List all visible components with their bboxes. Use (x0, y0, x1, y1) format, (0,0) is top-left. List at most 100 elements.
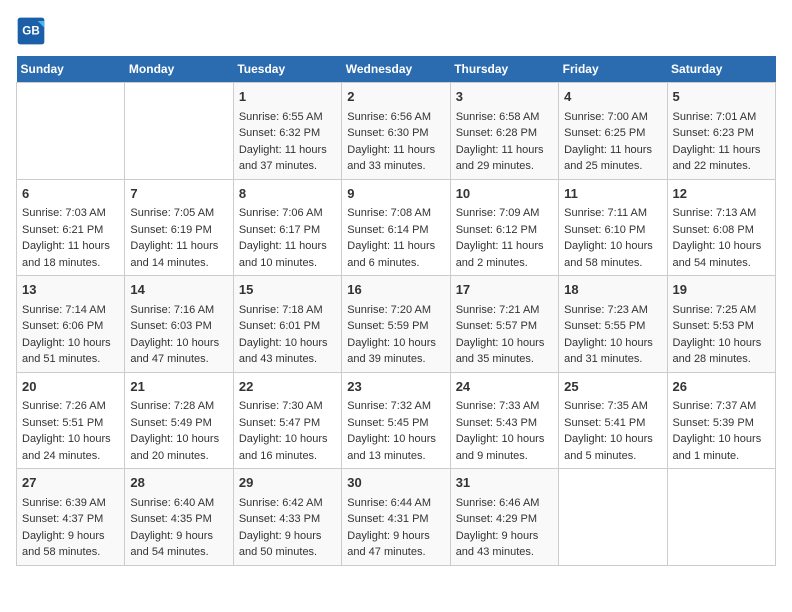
day-info: Sunset: 5:45 PM (347, 415, 444, 432)
calendar-cell: 18Sunrise: 7:23 AMSunset: 5:55 PMDayligh… (559, 276, 667, 373)
calendar-week-row: 27Sunrise: 6:39 AMSunset: 4:37 PMDayligh… (17, 469, 776, 566)
day-info: Sunset: 6:19 PM (130, 222, 227, 239)
svg-text:GB: GB (22, 24, 39, 37)
day-info: Sunrise: 6:55 AM (239, 109, 336, 126)
day-info: Sunrise: 6:42 AM (239, 495, 336, 512)
page-header: GB (16, 16, 776, 46)
day-number: 16 (347, 280, 444, 300)
day-number: 1 (239, 87, 336, 107)
day-number: 19 (673, 280, 770, 300)
day-number: 27 (22, 473, 119, 493)
calendar-cell: 22Sunrise: 7:30 AMSunset: 5:47 PMDayligh… (233, 372, 341, 469)
day-info: Sunrise: 6:40 AM (130, 495, 227, 512)
calendar-cell: 23Sunrise: 7:32 AMSunset: 5:45 PMDayligh… (342, 372, 450, 469)
day-info: Sunrise: 6:44 AM (347, 495, 444, 512)
day-info: Daylight: 10 hours and 54 minutes. (673, 238, 770, 271)
day-number: 29 (239, 473, 336, 493)
day-info: Sunset: 6:12 PM (456, 222, 553, 239)
calendar-table: SundayMondayTuesdayWednesdayThursdayFrid… (16, 56, 776, 566)
day-info: Daylight: 11 hours and 33 minutes. (347, 142, 444, 175)
day-info: Sunset: 6:21 PM (22, 222, 119, 239)
day-info: Sunrise: 6:58 AM (456, 109, 553, 126)
calendar-cell: 21Sunrise: 7:28 AMSunset: 5:49 PMDayligh… (125, 372, 233, 469)
day-info: Sunset: 6:14 PM (347, 222, 444, 239)
calendar-cell: 15Sunrise: 7:18 AMSunset: 6:01 PMDayligh… (233, 276, 341, 373)
day-info: Sunrise: 7:06 AM (239, 205, 336, 222)
calendar-cell: 27Sunrise: 6:39 AMSunset: 4:37 PMDayligh… (17, 469, 125, 566)
day-info: Sunrise: 7:05 AM (130, 205, 227, 222)
calendar-cell: 3Sunrise: 6:58 AMSunset: 6:28 PMDaylight… (450, 83, 558, 180)
day-info: Daylight: 11 hours and 6 minutes. (347, 238, 444, 271)
day-number: 30 (347, 473, 444, 493)
day-info: Daylight: 9 hours and 50 minutes. (239, 528, 336, 561)
calendar-cell: 29 Sunrise: 6:42 AMSunset: 4:33 PMDayligh… (233, 469, 341, 566)
day-info: Daylight: 10 hours and 9 minutes. (456, 431, 553, 464)
day-info: Sunrise: 7:09 AM (456, 205, 553, 222)
day-info: Daylight: 11 hours and 10 minutes. (239, 238, 336, 271)
day-number: 26 (673, 377, 770, 397)
calendar-cell (559, 469, 667, 566)
calendar-cell: 14Sunrise: 7:16 AMSunset: 6:03 PMDayligh… (125, 276, 233, 373)
day-info: Sunset: 5:43 PM (456, 415, 553, 432)
day-number: 18 (564, 280, 661, 300)
day-info: Sunset: 6:28 PM (456, 125, 553, 142)
day-info: Sunrise: 7:23 AM (564, 302, 661, 319)
day-info: Sunrise: 6:46 AM (456, 495, 553, 512)
day-number: 21 (130, 377, 227, 397)
day-info: Sunrise: 7:26 AM (22, 398, 119, 415)
day-number: 12 (673, 184, 770, 204)
day-of-week-header: Thursday (450, 56, 558, 83)
day-info: Daylight: 10 hours and 5 minutes. (564, 431, 661, 464)
day-info: Daylight: 10 hours and 35 minutes. (456, 335, 553, 368)
day-info: Sunrise: 7:14 AM (22, 302, 119, 319)
day-info: Sunset: 6:25 PM (564, 125, 661, 142)
calendar-cell: 26Sunrise: 7:37 AMSunset: 5:39 PMDayligh… (667, 372, 775, 469)
day-info: Sunrise: 7:08 AM (347, 205, 444, 222)
day-number: 13 (22, 280, 119, 300)
day-info: Sunset: 6:03 PM (130, 318, 227, 335)
day-info: Sunset: 6:23 PM (673, 125, 770, 142)
day-number: 31 (456, 473, 553, 493)
day-info: Sunrise: 7:30 AM (239, 398, 336, 415)
day-info: Sunrise: 7:28 AM (130, 398, 227, 415)
day-info: Sunset: 5:51 PM (22, 415, 119, 432)
day-info: Daylight: 11 hours and 29 minutes. (456, 142, 553, 175)
day-info: Sunrise: 7:33 AM (456, 398, 553, 415)
day-of-week-header: Monday (125, 56, 233, 83)
day-info: Daylight: 11 hours and 18 minutes. (22, 238, 119, 271)
day-info: Sunrise: 7:01 AM (673, 109, 770, 126)
day-info: Sunset: 5:47 PM (239, 415, 336, 432)
day-info: Sunrise: 7:03 AM (22, 205, 119, 222)
day-info: Daylight: 10 hours and 43 minutes. (239, 335, 336, 368)
calendar-cell: 10Sunrise: 7:09 AMSunset: 6:12 PMDayligh… (450, 179, 558, 276)
day-info: Sunrise: 6:39 AM (22, 495, 119, 512)
day-info: Sunrise: 7:13 AM (673, 205, 770, 222)
day-info: Sunset: 5:39 PM (673, 415, 770, 432)
day-info: Sunset: 5:55 PM (564, 318, 661, 335)
day-number: 14 (130, 280, 227, 300)
day-info: Sunset: 5:57 PM (456, 318, 553, 335)
day-info: Daylight: 11 hours and 22 minutes. (673, 142, 770, 175)
day-info: Sunrise: 7:20 AM (347, 302, 444, 319)
day-info: Sunset: 6:10 PM (564, 222, 661, 239)
calendar-cell: 12Sunrise: 7:13 AMSunset: 6:08 PMDayligh… (667, 179, 775, 276)
day-info: Sunset: 5:49 PM (130, 415, 227, 432)
calendar-cell: 19Sunrise: 7:25 AMSunset: 5:53 PMDayligh… (667, 276, 775, 373)
day-info: Daylight: 10 hours and 39 minutes. (347, 335, 444, 368)
day-number: 20 (22, 377, 119, 397)
day-info: Daylight: 10 hours and 51 minutes. (22, 335, 119, 368)
calendar-cell: 1Sunrise: 6:55 AMSunset: 6:32 PMDaylight… (233, 83, 341, 180)
day-info: Daylight: 10 hours and 1 minute. (673, 431, 770, 464)
day-info: Sunrise: 7:16 AM (130, 302, 227, 319)
day-of-week-header: Saturday (667, 56, 775, 83)
calendar-week-row: 20Sunrise: 7:26 AMSunset: 5:51 PM Dayligh… (17, 372, 776, 469)
day-number: 17 (456, 280, 553, 300)
day-info: Sunrise: 7:11 AM (564, 205, 661, 222)
day-info: Sunrise: 7:32 AM (347, 398, 444, 415)
calendar-cell: 7Sunrise: 7:05 AMSunset: 6:19 PMDaylight… (125, 179, 233, 276)
day-info: Daylight: 9 hours and 47 minutes. (347, 528, 444, 561)
day-info: Sunrise: 7:35 AM (564, 398, 661, 415)
day-info: Sunset: 4:33 PM (239, 511, 336, 528)
day-info: Sunset: 4:35 PM (130, 511, 227, 528)
day-number: 9 (347, 184, 444, 204)
